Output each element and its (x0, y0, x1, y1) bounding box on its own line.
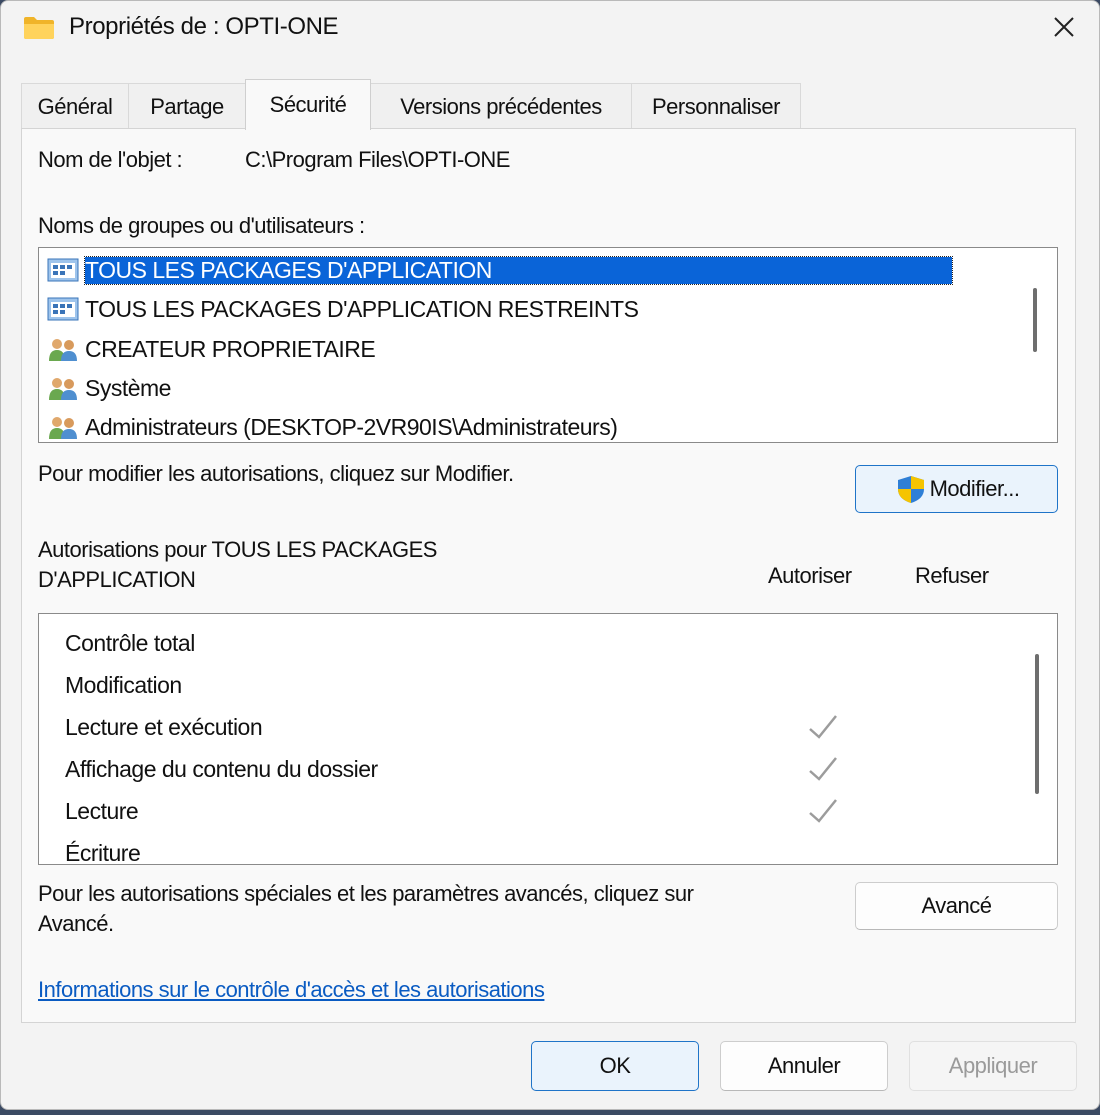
object-name-label: Nom de l'objet : (38, 147, 183, 172)
group-item[interactable]: CREATEUR PROPRIETAIRE (47, 331, 376, 367)
modify-hint: Pour modifier les autorisations, cliquez… (38, 461, 514, 486)
groups-label: Noms de groupes ou d'utilisateurs : (38, 213, 365, 238)
tab-general[interactable]: Général (21, 83, 129, 129)
permissions-title-line1: Autorisations pour TOUS LES PACKAGES (38, 537, 437, 562)
modify-button[interactable]: Modifier... (855, 465, 1058, 513)
permission-name: Lecture (65, 797, 139, 824)
properties-dialog: Propriétés de : OPTI-ONE Général Partage… (0, 0, 1100, 1110)
app-package-icon (47, 256, 85, 284)
advanced-hint-line1: Pour les autorisations spéciales et les … (38, 881, 694, 906)
allow-checkmark-icon (809, 757, 837, 781)
permission-row: Lecture et exécution (65, 708, 263, 746)
ok-button[interactable]: OK (531, 1041, 699, 1091)
permission-row: Modification (65, 666, 182, 704)
group-name: TOUS LES PACKAGES D'APPLICATION RESTREIN… (85, 295, 639, 322)
group-item[interactable]: Administrateurs (DESKTOP-2VR90IS\Adminis… (47, 409, 618, 442)
users-icon (47, 374, 85, 402)
advanced-button[interactable]: Avancé (855, 882, 1058, 930)
permission-row: Écriture (65, 834, 141, 865)
group-name: CREATEUR PROPRIETAIRE (85, 335, 376, 362)
window-title: Propriétés de : OPTI-ONE (69, 13, 339, 40)
allow-column-header: Autoriser (768, 563, 852, 588)
apply-button[interactable]: Appliquer (909, 1041, 1077, 1091)
security-tab-panel: Nom de l'objet : C:\Program Files\OPTI-O… (21, 128, 1076, 1023)
group-name: Administrateurs (DESKTOP-2VR90IS\Adminis… (85, 413, 618, 440)
folder-icon (24, 17, 54, 39)
groups-scrollbar[interactable] (1033, 288, 1037, 352)
users-icon (47, 413, 85, 441)
close-icon (1054, 17, 1074, 37)
app-package-icon (47, 295, 85, 323)
tab-previous-versions[interactable]: Versions précédentes (370, 83, 632, 129)
deny-column-header: Refuser (915, 563, 989, 588)
permission-row: Contrôle total (65, 624, 195, 662)
cancel-button[interactable]: Annuler (720, 1041, 888, 1091)
tab-customize[interactable]: Personnaliser (631, 83, 801, 129)
permission-name: Écriture (65, 839, 141, 865)
permissions-listbox[interactable]: Contrôle total Modification Lecture et e… (38, 613, 1058, 865)
modify-button-label: Modifier... (929, 476, 1020, 501)
permission-row: Lecture (65, 792, 139, 830)
groups-listbox[interactable]: TOUS LES PACKAGES D'APPLICATION TOUS LES… (38, 247, 1058, 443)
close-button[interactable] (1041, 7, 1087, 47)
permission-name: Contrôle total (65, 629, 195, 656)
permissions-scrollbar[interactable] (1035, 654, 1039, 794)
permission-row: Affichage du contenu du dossier (65, 750, 378, 788)
permission-name: Modification (65, 671, 182, 698)
object-name-value: C:\Program Files\OPTI-ONE (245, 147, 510, 172)
allow-checkmark-icon (809, 715, 837, 739)
permission-name: Affichage du contenu du dossier (65, 755, 378, 782)
tab-security[interactable]: Sécurité (245, 79, 371, 130)
allow-checkmark-icon (809, 799, 837, 823)
group-item[interactable]: TOUS LES PACKAGES D'APPLICATION (47, 252, 953, 288)
users-icon (47, 335, 85, 363)
title-bar: Propriétés de : OPTI-ONE (1, 1, 1099, 59)
advanced-hint-line2: Avancé. (38, 911, 114, 936)
group-name: Système (85, 374, 171, 401)
tab-sharing[interactable]: Partage (128, 83, 246, 129)
access-control-info-link[interactable]: Informations sur le contrôle d'accès et … (38, 977, 545, 1003)
group-name: TOUS LES PACKAGES D'APPLICATION (84, 255, 953, 285)
permissions-title-line2: D'APPLICATION (38, 567, 196, 592)
shield-icon (897, 476, 924, 503)
permission-name: Lecture et exécution (65, 713, 263, 740)
group-item[interactable]: Système (47, 370, 171, 406)
group-item[interactable]: TOUS LES PACKAGES D'APPLICATION RESTREIN… (47, 291, 639, 327)
